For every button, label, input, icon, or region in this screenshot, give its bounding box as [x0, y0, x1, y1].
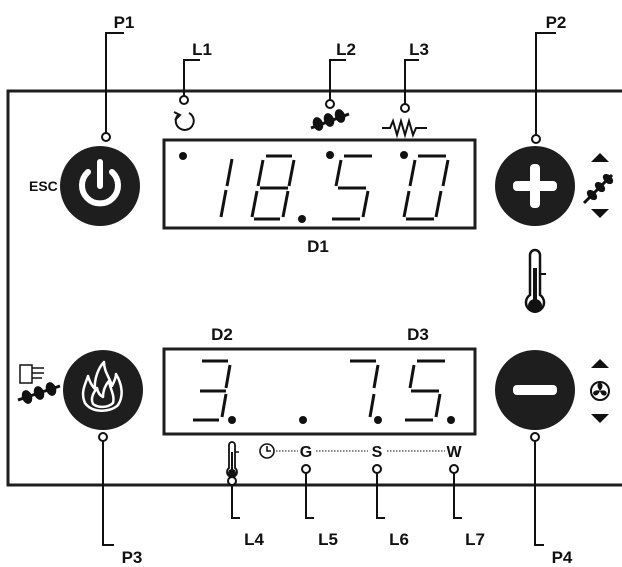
resistor-icon [382, 117, 427, 139]
label-l2: L2 [336, 40, 356, 59]
display-d1 [162, 138, 477, 230]
clock-icon [259, 443, 275, 459]
label-l7: L7 [465, 530, 485, 549]
label-p4: P4 [552, 548, 573, 567]
label-l6: L6 [389, 530, 409, 549]
manual-load-icon [17, 364, 61, 404]
auger-adjust-icon [582, 153, 614, 218]
label-l5: L5 [318, 530, 338, 549]
led-s: S [372, 444, 383, 461]
led-g: G [300, 444, 312, 461]
fan-adjust-icon [590, 359, 610, 423]
minus-button[interactable] [495, 350, 575, 430]
label-l4: L4 [244, 530, 264, 549]
led-w: W [446, 444, 462, 461]
control-panel-diagram: P1 L1 L2 L3 P2 ESC D1 D2 D3 G S W P3 L4 … [6, 13, 622, 567]
flame-button[interactable] [63, 350, 143, 430]
display-d2-d3 [162, 347, 477, 436]
label-d3: D3 [407, 325, 429, 344]
leader-dots-bottom [98, 432, 540, 486]
thermometer-icon-large [524, 248, 546, 313]
label-l1: L1 [192, 40, 212, 59]
label-p2: P2 [546, 13, 567, 32]
esc-label: ESC [29, 178, 58, 194]
power-button[interactable] [60, 146, 140, 226]
label-p3: P3 [122, 548, 143, 567]
decimal-point [298, 215, 306, 223]
label-d1: D1 [307, 237, 329, 256]
thermometer-icon [226, 441, 239, 478]
cycle-icon [173, 111, 195, 131]
label-d2: D2 [211, 325, 233, 344]
minus-icon [513, 385, 557, 395]
label-l3: L3 [409, 40, 429, 59]
auger-icon [310, 109, 350, 131]
plus-button[interactable] [495, 146, 575, 226]
label-p1: P1 [114, 13, 135, 32]
